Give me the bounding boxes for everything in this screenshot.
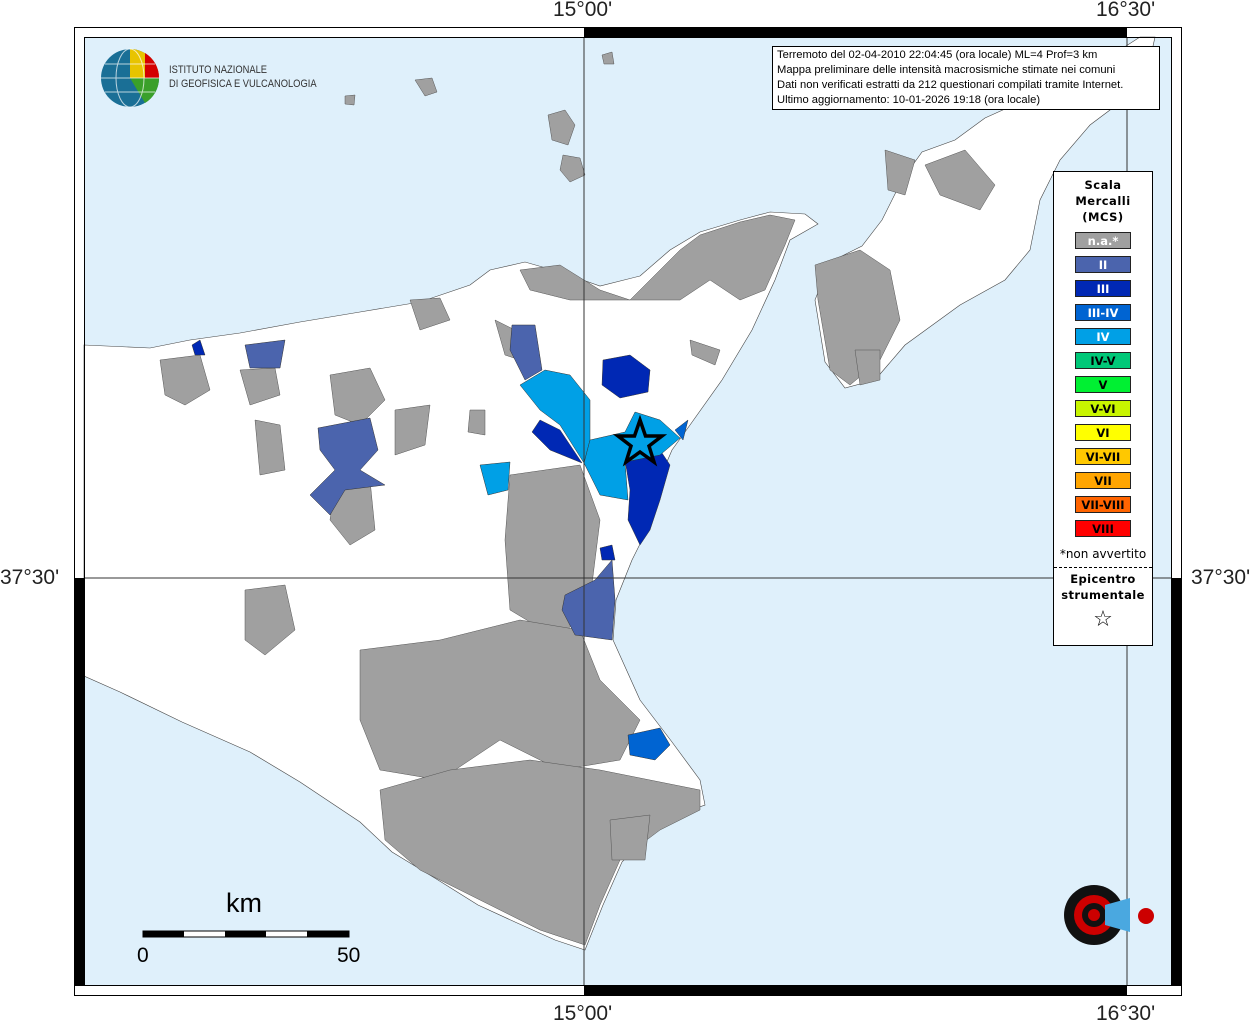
legend-swatch: VIII xyxy=(1075,520,1131,537)
legend-title-line: Scala xyxy=(1084,178,1122,192)
legend-swatch: V xyxy=(1075,376,1131,393)
legend-swatch: V-VI xyxy=(1075,400,1131,417)
legend-swatch: IV xyxy=(1075,328,1131,345)
event-info-box: Terremoto del 02-04-2010 22:04:45 (ora l… xyxy=(772,46,1160,110)
event-info-line: Dati non verificati estratti da 212 ques… xyxy=(777,79,1124,91)
epicenter-legend-label: Epicentro strumentale xyxy=(1054,571,1152,603)
legend-title: Scala Mercalli (MCS) xyxy=(1054,177,1152,225)
scale-unit: km xyxy=(226,888,262,918)
lon-label-bottom-1: 15°00' xyxy=(553,1002,613,1025)
event-info-line: Ultimo aggiornamento: 10-01-2026 19:18 (… xyxy=(777,94,1041,106)
lat-label-right: 37°30' xyxy=(1191,566,1251,589)
ingv-name: ISTITUTO NAZIONALE DI GEOFISICA E VULCAN… xyxy=(169,63,317,91)
event-info-line: Terremoto del 02-04-2010 22:04:45 (ora l… xyxy=(777,49,1098,61)
legend-swatch: n.a.* xyxy=(1075,232,1131,249)
legend-swatch: III-IV xyxy=(1075,304,1131,321)
lon-label-top-1: 15°00' xyxy=(553,0,613,21)
legend-swatches: n.a.* II III III-IV IV IV-V V V-VI VI VI-VII VII VI… xyxy=(1054,232,1152,537)
ingv-line1: ISTITUTO NAZIONALE xyxy=(169,64,268,76)
legend-note: *non avvertito xyxy=(1059,547,1147,561)
legend-swatch: VII-VIII xyxy=(1075,496,1131,513)
epicenter-label-line: Epicentro xyxy=(1070,572,1136,586)
legend-swatch: VI-VII xyxy=(1075,448,1131,465)
scale-min: 0 xyxy=(137,944,149,967)
epicenter-label-line: strumentale xyxy=(1061,588,1145,602)
legend-swatch: IV-V xyxy=(1075,352,1131,369)
lon-label-top-2: 16°30' xyxy=(1096,0,1156,21)
legend-swatch: VII xyxy=(1075,472,1131,489)
legend-title-line: (MCS) xyxy=(1082,210,1124,224)
lon-label-bottom-2: 16°30' xyxy=(1096,1002,1156,1025)
scale-bar xyxy=(142,930,350,938)
legend-swatch: III xyxy=(1075,280,1131,297)
legend-swatch: VI xyxy=(1075,424,1131,441)
ingv-logo xyxy=(101,48,160,108)
star-icon: ☆ xyxy=(1093,607,1113,632)
ingv-line2: DI GEOFISICA E VULCANOLOGIA xyxy=(169,78,317,90)
legend-title-line: Mercalli xyxy=(1075,194,1131,208)
event-info-line: Mappa preliminare delle intensità macros… xyxy=(777,64,1116,76)
scale-max: 50 xyxy=(337,944,361,967)
lat-label-left: 37°30' xyxy=(0,566,60,589)
legend-swatch: II xyxy=(1075,256,1131,273)
mcs-legend: Scala Mercalli (MCS) n.a.* II III III-IV IV I… xyxy=(1053,171,1153,646)
legend-divider xyxy=(1054,567,1152,568)
